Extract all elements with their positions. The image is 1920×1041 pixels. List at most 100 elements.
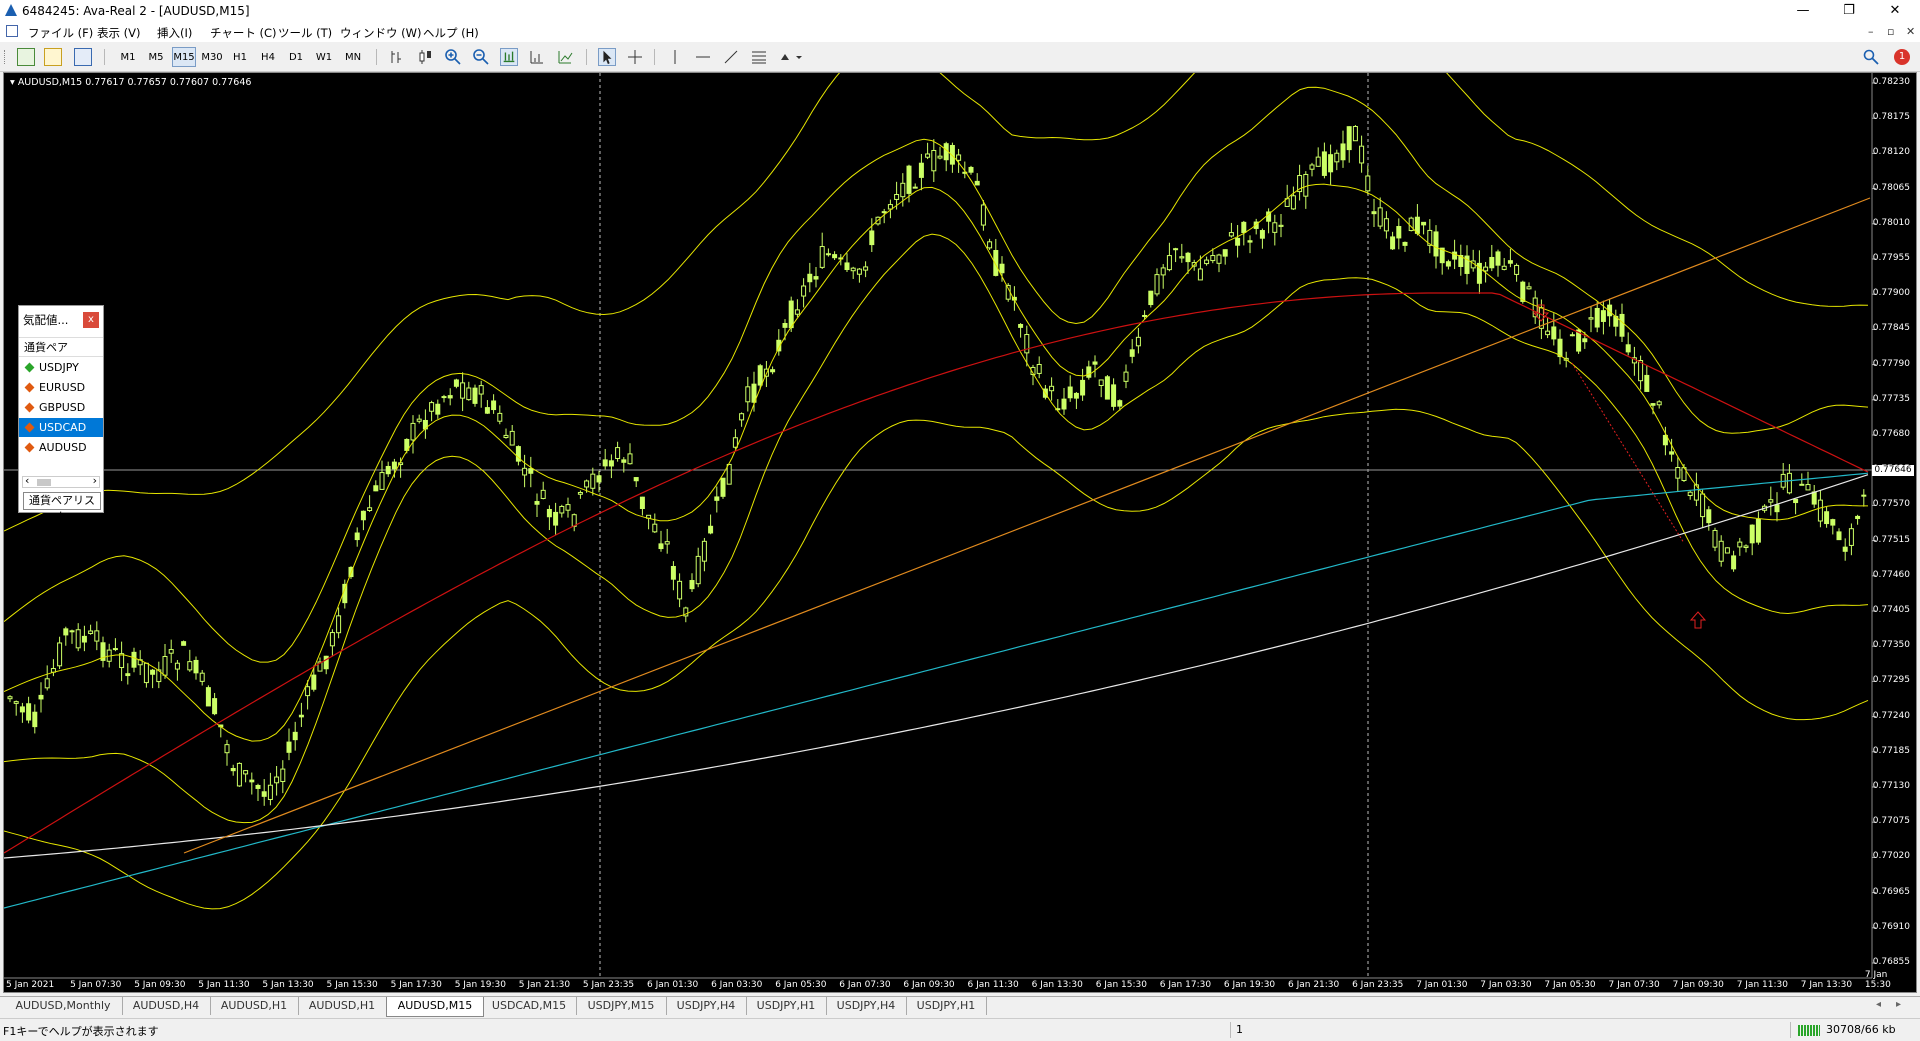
symbol-list-button[interactable]: 通貨ペアリスト — [23, 492, 101, 523]
candle-body — [1383, 218, 1389, 232]
time-tick-label: 6 Jan 01:30 — [647, 980, 699, 990]
scroll-right-icon[interactable]: › — [93, 474, 97, 487]
chart-window[interactable]: ▾ AUDUSD,M15 0.77617 0.77657 0.77607 0.7… — [3, 72, 1917, 993]
autoscroll-icon[interactable] — [556, 48, 574, 66]
candle-body — [577, 491, 583, 495]
crosshair-icon[interactable] — [626, 48, 644, 66]
candle-body — [906, 165, 912, 194]
bar-chart-icon[interactable] — [388, 48, 406, 66]
restore-button[interactable]: ❐ — [1826, 0, 1872, 22]
scroll-left-icon[interactable]: ‹ — [25, 474, 29, 487]
tab-audusd-h4[interactable]: AUDUSD,H4 — [122, 997, 211, 1015]
zoom-in-icon[interactable] — [444, 48, 462, 66]
timeframe-h1-button[interactable]: H1 — [228, 47, 252, 67]
timeframe-m1-button[interactable]: M1 — [116, 47, 140, 67]
symbol-column-header[interactable]: 通貨ペア — [19, 337, 103, 357]
tab-usdjpy-m15[interactable]: USDJPY,M15 — [576, 997, 667, 1015]
profiles-icon[interactable] — [44, 48, 62, 66]
menu-help[interactable]: ヘルプ (H) — [423, 25, 479, 41]
tab-usdjpy-h4[interactable]: USDJPY,H4 — [666, 997, 747, 1015]
candle-body — [1619, 313, 1625, 337]
menu-insert[interactable]: 挿入(I) — [157, 25, 192, 41]
tab-audusd-h1-2[interactable]: AUDUSD,H1 — [298, 997, 387, 1015]
market-watch-icon[interactable] — [74, 48, 92, 66]
candle-body — [584, 480, 590, 488]
fibonacci-icon[interactable] — [750, 48, 768, 66]
signal-trace-line — [1571, 362, 1685, 544]
candle-body — [956, 154, 962, 161]
tab-scroll-right-icon[interactable]: ▸ — [1896, 999, 1901, 1010]
new-chart-icon[interactable] — [17, 48, 35, 66]
candle-body — [1142, 314, 1148, 317]
notification-badge[interactable]: 1 — [1894, 49, 1910, 65]
scroll-thumb[interactable] — [37, 479, 51, 486]
mdi-minimize-button[interactable]: – — [1868, 25, 1874, 38]
timeframe-h4-button[interactable]: H4 — [256, 47, 280, 67]
candle-body — [478, 385, 484, 395]
tab-usdjpy-h4-2[interactable]: USDJPY,H4 — [826, 997, 907, 1015]
traffic-counter: 30708/66 kb — [1826, 1023, 1896, 1036]
candlestick-icon[interactable] — [416, 48, 434, 66]
trendline — [183, 197, 1871, 854]
symbol-row-gbpusd[interactable]: GBPUSD — [19, 398, 103, 417]
candle-body — [1433, 231, 1439, 257]
current-price-label: 0.77646 — [1872, 465, 1914, 476]
price-chart-canvas[interactable] — [4, 73, 1916, 992]
timeframe-d1-button[interactable]: D1 — [284, 47, 308, 67]
tab-usdjpy-h1-2[interactable]: USDJPY,H1 — [906, 997, 987, 1015]
candle-body — [1507, 260, 1513, 264]
tile-windows-icon[interactable] — [500, 48, 518, 66]
market-watch-close-button[interactable]: x — [83, 312, 99, 328]
menu-tools[interactable]: ツール (T) — [278, 25, 332, 41]
price-tick-label: 0.78230 — [1872, 77, 1910, 87]
horizontal-line-icon[interactable] — [694, 48, 712, 66]
candle-body — [689, 580, 695, 590]
candle-body — [472, 387, 478, 404]
candle-body — [652, 523, 658, 533]
mdi-restore-button[interactable]: ▫ — [1887, 25, 1894, 38]
timeframe-m15-button[interactable]: M15 — [172, 47, 196, 67]
mdi-close-button[interactable]: ✕ — [1906, 25, 1915, 38]
symbol-icon — [24, 422, 35, 433]
timeframe-m30-button[interactable]: M30 — [200, 47, 224, 67]
candle-body — [360, 510, 366, 521]
candle-body — [546, 508, 552, 518]
market-watch-window[interactable]: 気配値... x 通貨ペア USDJPY EURUSD GBPUSD USDCA… — [18, 305, 104, 523]
timeframe-w1-button[interactable]: W1 — [312, 47, 336, 67]
trendline-icon[interactable] — [722, 48, 740, 66]
cursor-icon[interactable] — [598, 48, 616, 66]
tab-audusd-m15[interactable]: AUDUSD,M15 — [386, 997, 484, 1017]
close-button[interactable]: ✕ — [1872, 0, 1918, 22]
chart-window-icon[interactable] — [6, 25, 18, 37]
candle-body — [757, 365, 763, 386]
minimize-button[interactable]: — — [1780, 0, 1826, 22]
timeframe-m5-button[interactable]: M5 — [144, 47, 168, 67]
tab-usdjpy-h1[interactable]: USDJPY,H1 — [746, 997, 827, 1015]
candle-body — [1824, 511, 1830, 525]
timeframe-mn-button[interactable]: MN — [340, 47, 366, 67]
menu-file[interactable]: ファイル (F) — [28, 25, 93, 41]
symbol-row-usdcad[interactable]: USDCAD — [19, 418, 103, 437]
menu-window[interactable]: ウィンドウ (W) — [340, 25, 422, 41]
tab-scroll-left-icon[interactable]: ◂ — [1876, 999, 1881, 1010]
shapes-dropdown-icon[interactable] — [778, 48, 804, 66]
candle-body — [999, 263, 1005, 274]
search-icon[interactable] — [1862, 48, 1880, 66]
chart-shift-icon[interactable] — [528, 48, 546, 66]
menu-view[interactable]: 表示 (V) — [97, 25, 141, 41]
candle-body — [379, 472, 385, 490]
symbol-row-eurusd[interactable]: EURUSD — [19, 378, 103, 397]
symbol-row-usdjpy[interactable]: USDJPY — [19, 358, 103, 377]
candle-body — [807, 273, 813, 283]
tab-audusd-h1[interactable]: AUDUSD,H1 — [210, 997, 299, 1015]
tab-audusd-monthly[interactable]: AUDUSD,Monthly — [4, 997, 123, 1015]
vertical-line-icon[interactable] — [666, 48, 684, 66]
menu-chart[interactable]: チャート (C) — [210, 25, 277, 41]
zoom-out-icon[interactable] — [472, 48, 490, 66]
market-watch-hscrollbar[interactable]: ‹ › — [22, 474, 100, 488]
candle-body — [168, 649, 174, 654]
tab-usdcad-m15[interactable]: USDCAD,M15 — [482, 997, 577, 1015]
candle-body — [305, 686, 311, 697]
symbol-row-audusd[interactable]: AUDUSD — [19, 438, 103, 457]
candle-body — [832, 254, 838, 259]
